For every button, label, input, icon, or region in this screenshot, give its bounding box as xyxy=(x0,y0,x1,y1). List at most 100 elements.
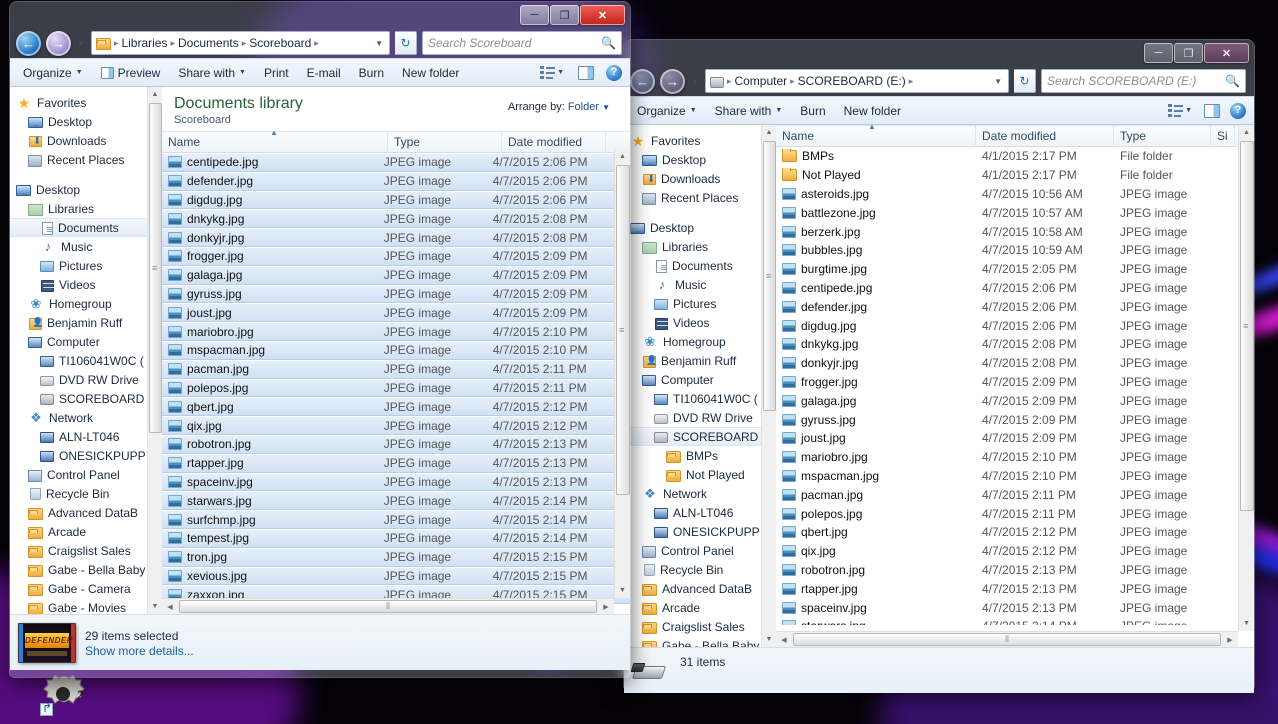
file-name-cell[interactable]: BMPs xyxy=(776,149,976,163)
table-row[interactable]: centipede.jpg 4/7/2015 2:06 PM JPEG image xyxy=(776,279,1254,298)
scroll-down-arrow-icon[interactable]: ▼ xyxy=(615,583,630,598)
sidebar-item-arcade[interactable]: Arcade xyxy=(10,522,162,541)
file-name-cell[interactable]: mariobro.jpg xyxy=(162,325,378,339)
scrollbar-thumb[interactable]: ⦀ xyxy=(179,600,597,613)
scroll-down-arrow-icon[interactable]: ▼ xyxy=(762,632,776,647)
file-name-cell[interactable]: berzerk.jpg xyxy=(776,225,976,239)
sidebar-item-recent-places[interactable]: Recent Places xyxy=(624,188,776,207)
help-icon[interactable]: ? xyxy=(1230,102,1246,119)
sidebar-item-benjamin-ruff[interactable]: Benjamin Ruff xyxy=(624,351,776,370)
table-row[interactable]: starwars.jpg 4/7/2015 2:14 PMJPEG image xyxy=(776,617,1254,625)
file-list-vscrollbar-right[interactable]: ▲ ▼ xyxy=(1238,125,1254,631)
table-row[interactable]: tron.jpg JPEG image 4/7/2015 2:15 PM xyxy=(162,547,630,567)
sidebar-item-desktop[interactable]: Desktop xyxy=(624,218,776,237)
table-row[interactable]: joust.jpg JPEG image 4/7/2015 2:09 PM xyxy=(162,303,630,323)
file-name-cell[interactable]: dnkykg.jpg xyxy=(776,337,976,351)
file-name-cell[interactable]: donkyjr.jpg xyxy=(162,231,378,245)
sidebar-item-advanced-datab[interactable]: Advanced DataB xyxy=(10,503,162,522)
sidebar-item-favorites[interactable]: ★ Favorites xyxy=(624,131,776,150)
table-row[interactable]: dnkykg.jpg 4/7/2015 2:08 PM JPEG image xyxy=(776,335,1254,354)
refresh-button-right[interactable]: ↻ xyxy=(1014,69,1036,93)
file-name-cell[interactable]: dnkykg.jpg xyxy=(162,212,378,226)
sidebar-item-arcade[interactable]: Arcade xyxy=(624,598,776,617)
file-name-cell[interactable]: frogger.jpg xyxy=(162,249,378,263)
sidebar-item-aln-lt046[interactable]: ALN-LT046 xyxy=(10,427,162,446)
view-controls-left[interactable]: ▼ ? xyxy=(540,64,626,81)
table-row[interactable]: qix.jpg JPEG image 4/7/2015 2:12 PM xyxy=(162,416,630,435)
table-row[interactable]: BMPs 4/1/2015 2:17 PM File folder xyxy=(776,147,1254,166)
sidebar-item-libraries[interactable]: Libraries xyxy=(10,199,162,218)
caption-buttons-left[interactable]: ─ ❐ ✕ xyxy=(520,5,625,25)
file-name-cell[interactable]: qix.jpg xyxy=(162,419,378,433)
column-header-size-right[interactable]: Si xyxy=(1211,125,1235,147)
file-name-cell[interactable]: qix.jpg xyxy=(776,544,976,558)
file-name-cell[interactable]: mspacman.jpg xyxy=(776,469,976,483)
sidebar-item-libraries[interactable]: Libraries xyxy=(624,237,776,256)
column-header-date-right[interactable]: Date modified xyxy=(976,125,1114,147)
file-name-cell[interactable]: starwars.jpg xyxy=(776,619,976,625)
sidebar-item-gabe-movies[interactable]: Gabe - Movies xyxy=(10,598,162,614)
table-row[interactable]: polepos.jpg 4/7/2015 2:11 PM JPEG image xyxy=(776,504,1254,523)
share-with-button-right[interactable]: Share with ▼ xyxy=(706,100,792,122)
arrange-by-value[interactable]: Folder xyxy=(568,101,599,113)
email-button-left[interactable]: E-mail xyxy=(298,62,350,84)
file-name-cell[interactable]: digdug.jpg xyxy=(162,193,378,207)
file-name-cell[interactable]: defender.jpg xyxy=(776,300,976,314)
column-headers-left[interactable]: Name ▲ Type Date modified xyxy=(162,131,630,153)
forward-button-right[interactable]: → xyxy=(660,68,685,94)
sidebar-item-onesickpupp[interactable]: ONESICKPUPP xyxy=(624,522,776,541)
file-name-cell[interactable]: asteroids.jpg xyxy=(776,187,976,201)
print-button-left[interactable]: Print xyxy=(255,62,298,84)
file-list-hscrollbar-left[interactable]: ◀ ⦀ ▶ xyxy=(162,598,614,614)
table-row[interactable]: gyruss.jpg JPEG image 4/7/2015 2:09 PM xyxy=(162,284,630,304)
new-folder-button-right[interactable]: New folder xyxy=(835,100,910,122)
navigation-scrollbar-right[interactable]: ▲ ▼ xyxy=(761,125,776,647)
sidebar-item-pictures[interactable]: Pictures xyxy=(10,256,162,275)
sidebar-item-gabe-bella-baby[interactable]: Gabe - Bella Baby xyxy=(624,636,776,647)
sidebar-item-scoreboard[interactable]: SCOREBOARD xyxy=(624,427,776,446)
scrollbar-thumb[interactable] xyxy=(763,141,776,411)
search-input-right[interactable]: Search SCOREBOARD (E:) 🔍 xyxy=(1041,69,1246,93)
column-header-type-right[interactable]: Type xyxy=(1114,125,1211,147)
file-name-cell[interactable]: pacman.jpg xyxy=(162,362,378,376)
chevron-down-icon[interactable]: ▼ xyxy=(557,69,564,76)
table-row[interactable]: robotron.jpg JPEG image 4/7/2015 2:13 PM xyxy=(162,434,630,454)
breadcrumb-right[interactable]: ▸ Computer ▸ SCOREBOARD (E:) ▸ ▼ xyxy=(704,69,1009,93)
table-row[interactable]: surfchmp.jpg JPEG image 4/7/2015 2:14 PM xyxy=(162,510,630,529)
scroll-up-arrow-icon[interactable]: ▲ xyxy=(148,87,162,102)
breadcrumb-crumb-documents[interactable]: Documents xyxy=(178,36,239,50)
file-name-cell[interactable]: burgtime.jpg xyxy=(776,262,976,276)
file-name-cell[interactable]: xevious.jpg xyxy=(162,569,378,583)
table-row[interactable]: battlezone.jpg 4/7/2015 10:57 AM JPEG imag… xyxy=(776,203,1254,222)
breadcrumb-dropdown-left[interactable]: ▼ xyxy=(375,39,385,48)
breadcrumb-crumb-scoreboard[interactable]: Scoreboard xyxy=(249,36,311,50)
sidebar-item-ti106041w0c[interactable]: TI106041W0C ( xyxy=(10,351,162,370)
file-name-cell[interactable]: mariobro.jpg xyxy=(776,450,976,464)
sidebar-item-downloads[interactable]: Downloads xyxy=(10,131,162,150)
sidebar-item-aln-lt046[interactable]: ALN-LT046 xyxy=(624,503,776,522)
file-name-cell[interactable]: polepos.jpg xyxy=(776,507,976,521)
close-button-right[interactable]: ✕ xyxy=(1204,43,1249,63)
scroll-down-arrow-icon[interactable]: ▼ xyxy=(148,599,162,614)
chevron-down-icon[interactable]: ▼ xyxy=(1185,107,1192,114)
table-row[interactable]: donkyjr.jpg 4/7/2015 2:08 PM JPEG image xyxy=(776,354,1254,373)
sidebar-item-control-panel[interactable]: Control Panel xyxy=(624,541,776,560)
table-row[interactable]: polepos.jpg JPEG image 4/7/2015 2:11 PM xyxy=(162,378,630,398)
file-name-cell[interactable]: surfchmp.jpg xyxy=(162,513,378,527)
scroll-left-arrow-icon[interactable]: ◀ xyxy=(162,603,178,611)
scroll-right-arrow-icon[interactable]: ▶ xyxy=(598,603,614,611)
table-row[interactable]: pacman.jpg JPEG image 4/7/2015 2:11 PM xyxy=(162,359,630,379)
title-bar-left[interactable]: ─ ❐ ✕ xyxy=(10,2,630,28)
sidebar-item-downloads[interactable]: Downloads xyxy=(624,169,776,188)
sidebar-item-craigslist-sales[interactable]: Craigslist Sales xyxy=(624,617,776,636)
history-dropdown-right[interactable]: ▼ xyxy=(690,77,700,86)
table-row[interactable]: Not Played 4/1/2015 2:17 PM File folder xyxy=(776,166,1254,185)
file-name-cell[interactable]: spaceinv.jpg xyxy=(776,601,976,615)
table-row[interactable]: xevious.jpg JPEG image 4/7/2015 2:15 PM xyxy=(162,566,630,586)
history-dropdown-left[interactable]: ▼ xyxy=(76,39,86,48)
sidebar-item-not-played[interactable]: Not Played xyxy=(624,465,776,484)
table-row[interactable]: rtapper.jpg JPEG image 4/7/2015 2:13 PM xyxy=(162,453,630,473)
scrollbar-thumb[interactable] xyxy=(149,103,162,433)
file-name-cell[interactable]: bubbles.jpg xyxy=(776,243,976,257)
navigation-scrollbar-left[interactable]: ▲ ▼ xyxy=(147,87,162,614)
